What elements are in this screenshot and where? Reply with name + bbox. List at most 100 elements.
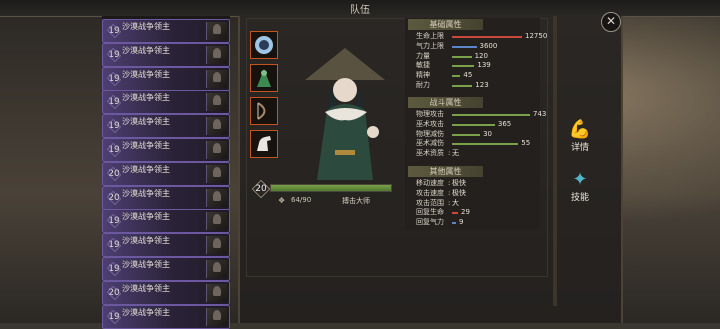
- roster-level: 19: [106, 72, 122, 86]
- panel-divider: [553, 16, 557, 306]
- stat-value: 极快: [452, 188, 466, 197]
- roster-entry[interactable]: 19 沙漠战争领主: [102, 42, 230, 67]
- stat-value: 12750: [525, 32, 548, 40]
- flexed-arm-icon: 💪: [568, 119, 592, 140]
- details-button[interactable]: 💪 详情: [565, 119, 595, 154]
- stat-bar: [452, 143, 519, 146]
- stat-value: 55: [521, 139, 531, 148]
- roster-level: 19: [106, 48, 122, 62]
- roster-entry[interactable]: 19 沙漠战争领主: [102, 90, 230, 115]
- stat-label: 移动速度: [416, 179, 444, 187]
- roster-name: 沙漠战争领主: [122, 93, 170, 103]
- equip-slot-mount[interactable]: [250, 130, 278, 158]
- stat-bar: [452, 133, 481, 136]
- stat-bar: [452, 55, 472, 58]
- roster-entry[interactable]: 19 沙漠战争领主: [102, 233, 230, 258]
- stat-value: 139: [477, 61, 491, 70]
- character-health-bar: [270, 184, 392, 192]
- stat-value: 9: [459, 218, 464, 227]
- bow-icon: [257, 102, 266, 120]
- roster-portrait: [206, 93, 227, 112]
- stat-label: 力量: [416, 51, 430, 60]
- roster-portrait: [206, 283, 227, 302]
- stat-label: 气力上限: [416, 41, 444, 50]
- roster-portrait: [206, 260, 227, 278]
- roster-level: 19: [106, 143, 122, 157]
- combat-stats-header: 战斗属性: [408, 97, 483, 108]
- roster-portrait: [206, 164, 227, 183]
- cloak-icon: [257, 69, 271, 87]
- roster-entry[interactable]: 19 沙漠战争领主: [102, 66, 230, 91]
- roster-level: 20: [106, 191, 122, 205]
- stat-label: 生命上限: [416, 32, 444, 40]
- roster-name: 沙漠战争领主: [122, 307, 170, 317]
- roster-entry[interactable]: 19 沙漠战争领主: [102, 257, 230, 281]
- roster-portrait: [206, 117, 227, 136]
- stat-value: 365: [497, 119, 512, 128]
- stat-label: 物理攻击: [416, 110, 444, 118]
- stat-value: 743: [533, 110, 547, 118]
- other-stats-header: 其他属性: [408, 166, 483, 177]
- roster-entry[interactable]: 20 沙漠战争领主: [102, 185, 230, 210]
- equip-slot-bow[interactable]: [250, 97, 278, 125]
- roster-name: 沙漠战争领主: [122, 69, 170, 79]
- roster-name: 沙漠战争领主: [122, 283, 170, 293]
- character-portrait: [305, 48, 385, 180]
- roster-entry[interactable]: 19 沙漠战争领主: [102, 209, 230, 234]
- roster-level: 19: [106, 262, 122, 276]
- roster-entry[interactable]: 20 沙漠战争领主: [102, 161, 230, 186]
- stat-bar: [452, 65, 475, 68]
- roster-name: 沙漠战争领主: [122, 236, 170, 246]
- roster-portrait: [206, 212, 227, 231]
- close-button[interactable]: ✕: [601, 12, 621, 32]
- stat-bar: [452, 222, 456, 225]
- roster-level: 20: [106, 286, 122, 300]
- roster-level: 19: [106, 24, 122, 38]
- roster-entry[interactable]: 20 沙漠战争领主: [102, 280, 230, 305]
- orb-icon: [255, 36, 273, 54]
- roster-portrait: [206, 45, 227, 64]
- stat-label: 回复生命: [416, 208, 444, 217]
- equip-slot-orb[interactable]: [250, 31, 278, 59]
- roster-entry[interactable]: 19 沙漠战争领主: [102, 304, 230, 329]
- stat-value: 无: [452, 149, 459, 158]
- stat-bar: [452, 212, 458, 215]
- stat-label: 巫术减伤: [416, 139, 444, 148]
- stat-label: 巫术资质: [416, 149, 444, 158]
- horse-icon: [257, 136, 271, 151]
- stat-label: 耐力: [416, 81, 430, 89]
- roster-level: 19: [106, 214, 122, 228]
- stat-value: 极快: [452, 179, 466, 187]
- stat-bar: [452, 85, 473, 87]
- roster-level: 19: [106, 238, 122, 252]
- roster-entry[interactable]: 19 沙漠战争领主: [102, 19, 230, 43]
- stat-label: 巫术攻击: [416, 119, 444, 128]
- roster-name: 沙漠战争领主: [122, 141, 170, 150]
- roster-level: 19: [106, 95, 122, 109]
- stat-bar: [452, 114, 530, 116]
- character-class: 搏击大师: [342, 197, 370, 205]
- roster-name: 沙漠战争领主: [122, 164, 170, 174]
- stat-label: 攻击速度: [416, 188, 444, 197]
- stat-bar: [452, 123, 495, 126]
- stat-value: 120: [474, 51, 488, 60]
- stat-value: 3600: [479, 41, 498, 50]
- stat-value: 29: [461, 208, 470, 217]
- stat-label: 物理减伤: [416, 129, 444, 138]
- roster-portrait: [206, 188, 227, 207]
- stat-bar: [452, 45, 477, 48]
- roster-entry[interactable]: 19 沙漠战争领主: [102, 138, 230, 162]
- stat-colon: :: [448, 198, 451, 207]
- roster-portrait: [206, 236, 227, 255]
- stat-value: 30: [483, 129, 492, 138]
- skill-book-icon: ✦: [572, 169, 588, 190]
- roster-entry[interactable]: 19 沙漠战争领主: [102, 114, 230, 139]
- roster-level: 20: [106, 167, 122, 181]
- stat-label: 精神: [416, 71, 430, 80]
- roster-name: 沙漠战争领主: [122, 188, 170, 198]
- basic-stats-header: 基础属性: [408, 19, 483, 30]
- equip-slot-cloak[interactable]: [250, 64, 278, 92]
- skills-button[interactable]: ✦ 技能: [565, 169, 595, 204]
- stat-value: 大: [452, 198, 459, 207]
- stat-bar: [452, 75, 461, 78]
